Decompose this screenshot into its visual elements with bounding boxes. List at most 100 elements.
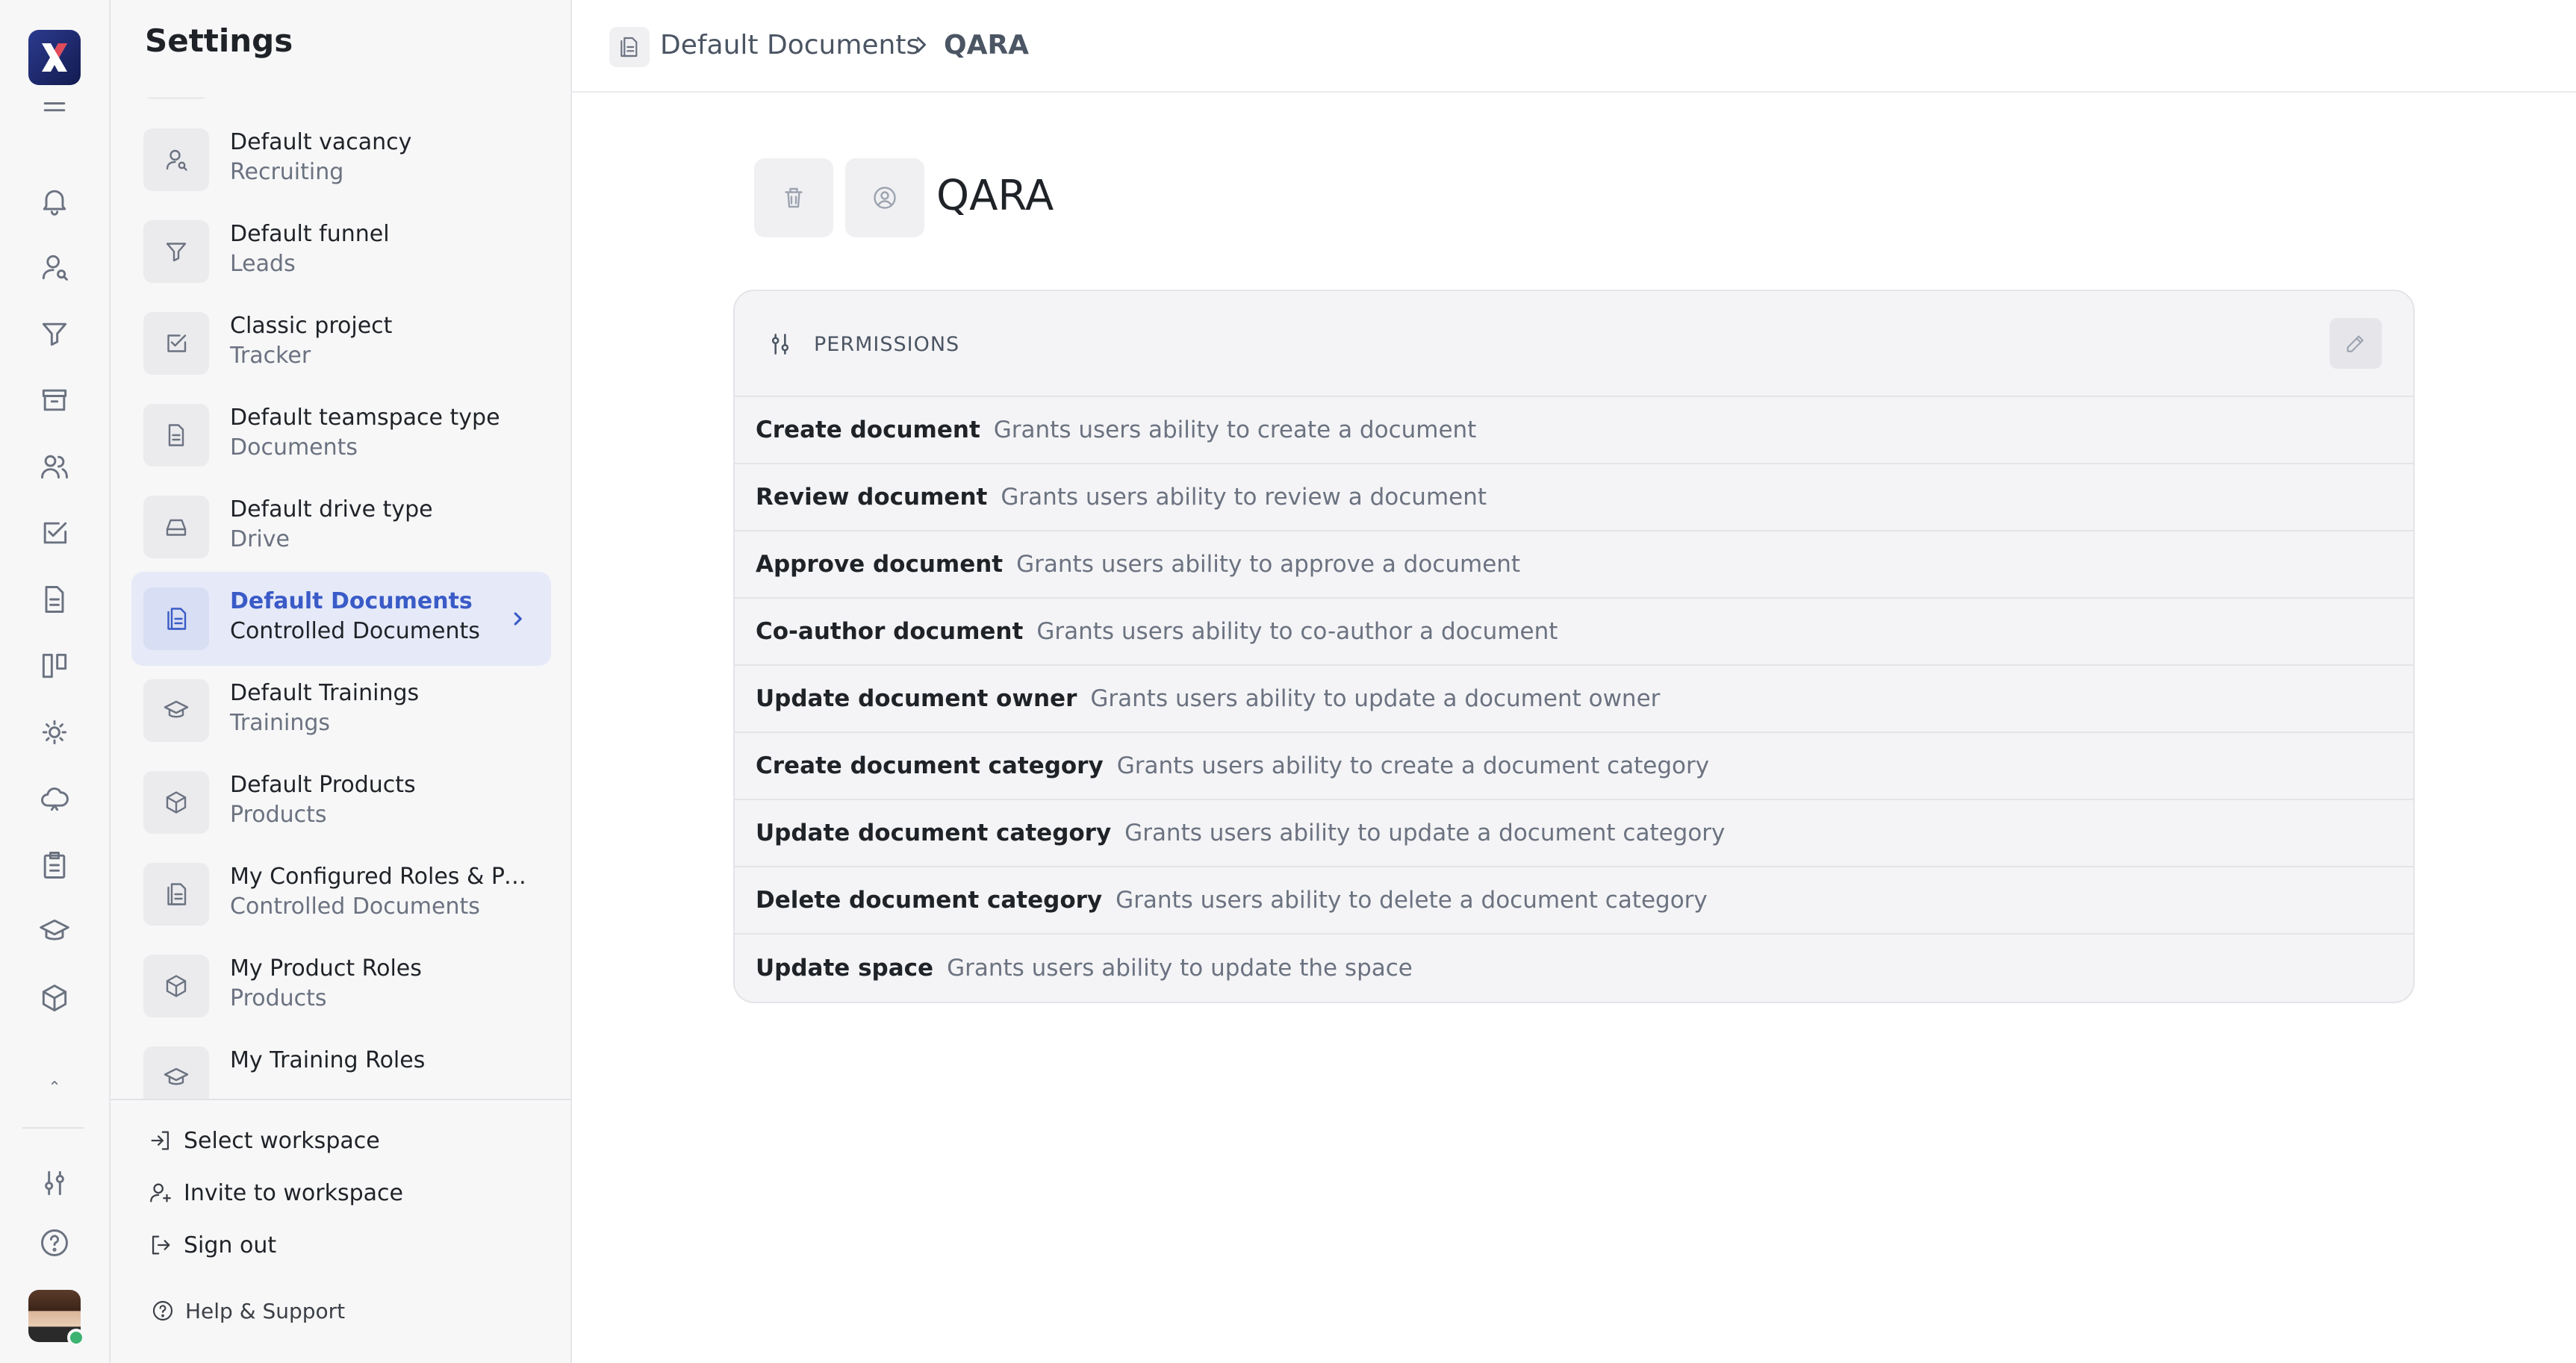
permission-name: Co-author document xyxy=(756,618,1024,645)
settings-sliders-icon[interactable] xyxy=(25,1158,84,1208)
permission-description: Grants users ability to update a documen… xyxy=(1090,685,1661,712)
help-support-label: Help & Support xyxy=(185,1298,346,1323)
permission-description: Grants users ability to create a documen… xyxy=(1116,752,1710,779)
breadcrumb-current: QARA xyxy=(944,30,1030,60)
page-title: QARA xyxy=(936,172,1054,220)
permission-name: Update document category xyxy=(756,820,1112,846)
settings-item-icon-box xyxy=(143,863,209,926)
settings-item[interactable]: Classic project Tracker xyxy=(131,296,551,390)
funnel-icon xyxy=(166,243,187,262)
recruit-icon[interactable] xyxy=(25,243,84,292)
settings-item[interactable]: My Product Roles Products xyxy=(131,939,551,1033)
settings-item-title: My Configured Roles & Per... xyxy=(230,864,529,890)
permission-name: Update document owner xyxy=(756,685,1077,712)
breadcrumb-parent[interactable]: Default Documents xyxy=(660,30,920,60)
settings-item-icon-box xyxy=(143,128,209,191)
permission-name: Create document category xyxy=(756,752,1104,779)
graduation-cap-icon xyxy=(164,700,189,718)
clipboard-icon[interactable] xyxy=(25,840,84,890)
controlled-document-icon xyxy=(167,608,187,630)
settings-item-title: Default Trainings xyxy=(230,680,420,706)
permission-description: Grants users ability to approve a docume… xyxy=(1016,551,1521,578)
permission-row: Approve document Grants users ability to … xyxy=(735,531,2413,599)
user-plus-icon xyxy=(150,1183,171,1203)
sun-icon[interactable] xyxy=(25,708,84,757)
settings-item-subtitle: Controlled Documents xyxy=(230,893,480,920)
app-logo[interactable] xyxy=(28,30,81,85)
settings-item-title: Default drive type xyxy=(230,496,433,523)
settings-item-icon-box xyxy=(143,312,209,375)
cloud-icon[interactable] xyxy=(25,774,84,823)
sliders-icon xyxy=(771,334,789,355)
settings-panel: Settings SpacesDefault vacancyRecruiting… xyxy=(111,0,572,1363)
sign-out-link[interactable]: Sign out xyxy=(148,1226,276,1264)
chevron-right-icon xyxy=(917,37,926,53)
settings-item[interactable]: Default vacancy Recruiting xyxy=(131,113,551,207)
settings-list[interactable]: SpacesDefault vacancyRecruitingDefault f… xyxy=(111,97,570,1099)
permission-description: Grants users ability to create a documen… xyxy=(993,417,1477,443)
board-icon[interactable] xyxy=(25,641,84,690)
help-icon[interactable] xyxy=(25,1218,84,1267)
settings-item-icon-box xyxy=(143,679,209,742)
permission-name: Delete document category xyxy=(756,887,1103,914)
pencil-icon xyxy=(2347,335,2364,352)
settings-item[interactable]: Default Products Products xyxy=(131,755,551,849)
permission-row: Update document owner Grants users abilit… xyxy=(735,666,2413,733)
settings-item-subtitle: Trainings xyxy=(230,710,331,736)
edit-permissions-button[interactable] xyxy=(2330,318,2382,369)
settings-item-subtitle: Drive xyxy=(230,526,290,552)
invite-workspace-link[interactable]: Invite to workspace xyxy=(148,1173,403,1212)
settings-item-subtitle: Products xyxy=(230,985,327,1011)
user-circle-icon xyxy=(874,187,896,209)
funnel-icon[interactable] xyxy=(25,309,84,358)
permission-description: Grants users ability to review a documen… xyxy=(1001,484,1487,511)
permission-row: Update space Grants users ability to upda… xyxy=(735,935,2413,1002)
tracker-icon[interactable] xyxy=(25,508,84,558)
settings-item[interactable]: Default teamspace type Documents xyxy=(131,388,551,482)
delete-button[interactable] xyxy=(754,158,833,237)
permission-name: Approve document xyxy=(756,551,1004,578)
select-workspace-label: Select workspace xyxy=(184,1127,380,1154)
permissions-title: PERMISSIONS xyxy=(814,333,960,356)
invite-workspace-label: Invite to workspace xyxy=(184,1179,403,1206)
app-rail xyxy=(0,0,111,1363)
settings-item[interactable]: Default Documents Controlled Documents xyxy=(131,572,551,666)
permission-row: Create document category Grants users abi… xyxy=(735,733,2413,800)
permission-row: Delete document category Grants users abi… xyxy=(735,867,2413,935)
settings-item[interactable]: My Training Roles xyxy=(131,1031,551,1099)
contacts-icon[interactable] xyxy=(25,442,84,491)
settings-item-title: Default Documents xyxy=(230,588,473,614)
avatar[interactable] xyxy=(28,1290,85,1347)
menu-icon[interactable] xyxy=(25,93,84,122)
permission-row: Co-author document Grants users ability t… xyxy=(735,599,2413,666)
trash-icon xyxy=(785,187,803,208)
chevron-up-icon[interactable] xyxy=(25,1067,84,1097)
settings-item-title: My Training Roles xyxy=(230,1047,426,1073)
settings-item[interactable]: Default drive type Drive xyxy=(131,480,551,574)
graduation-cap-icon[interactable] xyxy=(25,907,84,956)
settings-item-icon-box xyxy=(143,496,209,558)
document-icon[interactable] xyxy=(25,575,84,624)
permission-description: Grants users ability to co-author a docu… xyxy=(1036,618,1558,645)
permission-description: Grants users ability to update a documen… xyxy=(1124,820,1726,846)
settings-item-icon-box xyxy=(143,97,209,99)
select-workspace-link[interactable]: Select workspace xyxy=(148,1121,380,1160)
settings-item-icon-box xyxy=(143,771,209,834)
settings-item-title: My Product Roles xyxy=(230,955,422,982)
settings-item-title: Default Products xyxy=(230,772,416,798)
archive-icon[interactable] xyxy=(25,375,84,425)
settings-item-subtitle: Controlled Documents xyxy=(230,618,480,644)
cube-icon[interactable] xyxy=(25,973,84,1023)
settings-item-subtitle: Tracker xyxy=(230,343,311,369)
help-support-link[interactable]: Help & Support xyxy=(148,1291,345,1330)
bell-icon[interactable] xyxy=(25,176,84,225)
drive-icon xyxy=(166,519,187,536)
settings-item-icon-box xyxy=(143,404,209,467)
settings-item[interactable]: Default funnel Leads xyxy=(131,205,551,299)
role-avatar-button[interactable] xyxy=(845,158,924,237)
settings-item-title: Default teamspace type xyxy=(230,405,500,431)
settings-item-subtitle: Leads xyxy=(230,251,296,277)
settings-item[interactable]: Default Trainings Trainings xyxy=(131,664,551,758)
breadcrumb: Default Documents QARA xyxy=(572,0,2576,93)
settings-item[interactable]: My Configured Roles & Per... Controlled D… xyxy=(131,847,551,941)
